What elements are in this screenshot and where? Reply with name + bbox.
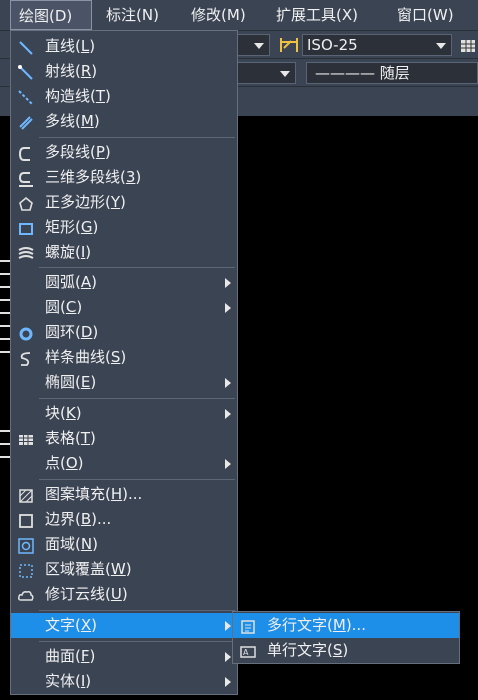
submenu-arrow-icon [225,409,231,419]
ruler-tick [0,351,10,353]
boundary-icon [18,512,34,528]
dim-style-combo[interactable]: ISO-25 [302,34,452,56]
rectangle-icon [18,220,34,236]
menu-item-circle[interactable]: 圆(C) [11,295,237,320]
menu-item-revision-cloud[interactable]: 修订云线(U) [11,582,237,607]
menu-item-text[interactable]: 文字(X) [11,613,237,638]
menu-bar: 绘图(D) 标注(N) 修改(M) 扩展工具(X) 窗口(W) [0,0,478,30]
submenu-arrow-icon [225,621,231,631]
table-icon [18,431,34,447]
submenu-arrow-icon [225,677,231,687]
menu-separator [39,479,235,480]
menu-draw[interactable]: 绘图(D) [10,0,92,30]
submenu-arrow-icon [225,459,231,469]
submenu-arrow-icon [225,278,231,288]
polyline-icon [18,145,34,161]
linetype-combo[interactable]: ———— 随层 [306,62,478,84]
menu-item-ray[interactable]: 射线(R) [11,59,237,84]
draw-menu: 直线(L) 射线(R) 构造线(T) 多线(M) 多段线(P) 三维多段线(3)… [10,30,238,695]
menu-item-line[interactable]: 直线(L) [11,34,237,59]
menu-item-wipeout[interactable]: 区域覆盖(W) [11,557,237,582]
menu-modify[interactable]: 修改(M) [191,0,246,30]
ruler-tick [0,286,10,288]
menu-item-donut[interactable]: 圆环(D) [11,320,237,345]
wipeout-icon [18,562,34,578]
menu-dimension[interactable]: 标注(N) [106,0,159,30]
submenu-arrow-icon [225,303,231,313]
polygon-icon [18,195,34,211]
ruler-tick [0,312,10,314]
menu-item-construction-line[interactable]: 构造线(T) [11,84,237,109]
menu-item-polygon[interactable]: 正多边形(Y) [11,190,237,215]
ruler-tick [0,456,10,458]
hatch-icon [18,487,34,503]
ruler-tick [0,260,10,262]
menu-item-multiline[interactable]: 多线(M) [11,109,237,134]
region-icon [18,537,34,554]
mtext-icon [240,618,256,634]
construction-line-icon [18,89,34,106]
dim-style-icon [279,36,299,54]
svg-text:A: A [243,648,249,657]
multiline-icon [18,114,34,130]
3d-polyline-icon [18,170,34,187]
submenu-item-single-line-text[interactable]: A 单行文字(S) [233,638,459,663]
helix-icon [18,245,34,261]
menu-item-helix[interactable]: 螺旋(I) [11,240,237,265]
menu-item-polyline[interactable]: 多段线(P) [11,140,237,165]
menu-separator [39,610,235,611]
menu-item-boundary[interactable]: 边界(B)... [11,507,237,532]
menu-separator [39,137,235,138]
menu-item-arc[interactable]: 圆弧(A) [11,270,237,295]
ruler-tick [0,299,10,301]
ruler-tick [0,430,10,432]
text-submenu: 多行文字(M)... A 单行文字(S) [232,611,460,664]
line-icon [18,39,34,55]
menu-window[interactable]: 窗口(W) [397,0,454,30]
ruler-tick [0,443,10,445]
menu-separator [39,398,235,399]
ray-icon [18,64,34,80]
menu-item-point[interactable]: 点(O) [11,451,237,476]
submenu-arrow-icon [225,652,231,662]
submenu-arrow-icon [225,378,231,388]
ruler-tick [0,325,10,327]
donut-icon [18,325,34,341]
menu-separator [39,641,235,642]
single-line-text-icon: A [240,643,256,659]
revcloud-icon [18,587,34,603]
ruler-tick [0,338,10,340]
menu-item-hatch[interactable]: 图案填充(H)... [11,482,237,507]
menu-item-solid[interactable]: 实体(I) [11,669,237,694]
menu-extended-tools[interactable]: 扩展工具(X) [276,0,358,30]
menu-item-3d-polyline[interactable]: 三维多段线(3) [11,165,237,190]
color-combo-partial[interactable] [232,62,296,84]
menu-item-rectangle[interactable]: 矩形(G) [11,215,237,240]
table-style-icon [460,38,476,52]
submenu-item-mtext[interactable]: 多行文字(M)... [233,613,459,638]
menu-item-ellipse[interactable]: 椭圆(E) [11,370,237,395]
menu-item-spline[interactable]: 样条曲线(S) [11,345,237,370]
menu-item-surface[interactable]: 曲面(F) [11,644,237,669]
menu-item-block[interactable]: 块(K) [11,401,237,426]
spline-icon [18,350,34,366]
menu-item-table[interactable]: 表格(T) [11,426,237,451]
menu-item-region[interactable]: 面域(N) [11,532,237,557]
menu-separator [39,267,235,268]
ruler-tick [0,273,10,275]
